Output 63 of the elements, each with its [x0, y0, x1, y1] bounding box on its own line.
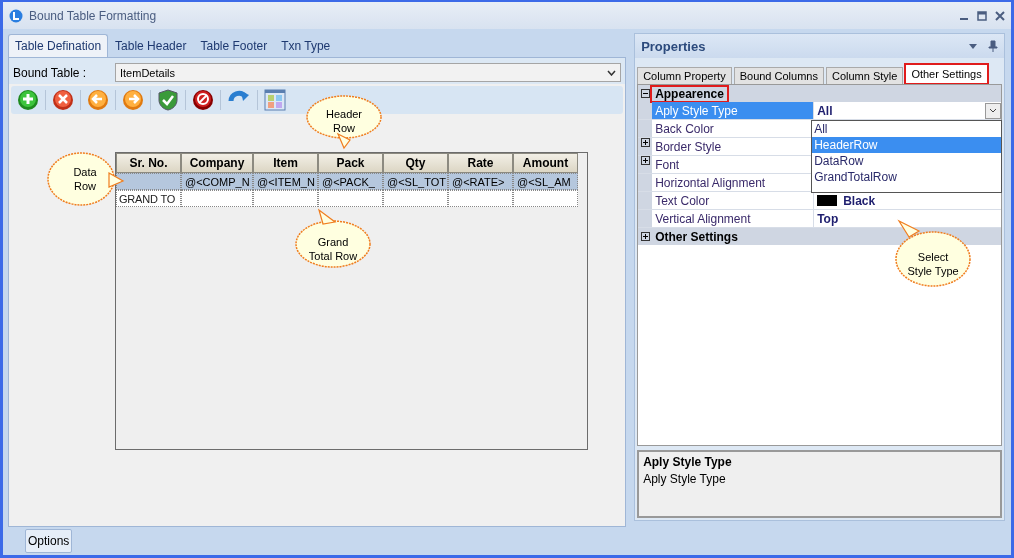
shield-check-icon[interactable]: [157, 89, 179, 111]
table-cell: @<SL_AM: [513, 173, 578, 190]
field-label: Bound Table :: [13, 65, 88, 80]
dropdown-icon[interactable]: [968, 42, 978, 50]
add-icon[interactable]: [17, 89, 39, 111]
pin-icon[interactable]: [988, 40, 998, 52]
chevron-down-icon: [989, 108, 997, 113]
table-cell: [383, 190, 448, 207]
property-name[interactable]: Text Color: [652, 192, 815, 209]
layout-grid-icon[interactable]: [264, 89, 286, 111]
chevron-down-icon: [607, 69, 617, 76]
bound-table-select[interactable]: ItemDetails: [115, 63, 622, 82]
expand-icon[interactable]: [640, 156, 650, 165]
expand-icon[interactable]: [640, 232, 650, 241]
table-cell: [116, 173, 181, 190]
tab[interactable]: Bound Columns: [733, 67, 824, 84]
description-text: Aply Style Type: [643, 472, 727, 486]
table-cell: [253, 190, 318, 207]
tab[interactable]: Column Property: [637, 67, 732, 84]
dropdown-button[interactable]: [985, 102, 1001, 119]
maximize-icon[interactable]: [977, 10, 987, 21]
tab[interactable]: Txn Type: [274, 34, 338, 57]
column-header: Item: [253, 153, 318, 173]
close-icon[interactable]: [995, 10, 1005, 21]
tab[interactable]: Other Settings: [905, 64, 988, 84]
color-swatch: [817, 195, 838, 206]
panel-title: Properties: [641, 38, 706, 54]
back-icon[interactable]: [87, 89, 109, 111]
table-cell: @<COMP_N: [181, 173, 253, 190]
expand-icon[interactable]: [640, 138, 650, 147]
forward-icon[interactable]: [122, 89, 144, 111]
property-value: All: [817, 103, 833, 118]
column-header: Company: [181, 153, 253, 173]
category-label: Other Settings: [654, 229, 739, 244]
table-cell: @<SL_TOT: [383, 173, 448, 190]
collapse-icon[interactable]: [640, 89, 650, 98]
table-cell: [448, 190, 513, 207]
table-cell: @<RATE>: [448, 173, 513, 190]
table-cell: @<ITEM_N: [253, 173, 318, 190]
app-icon: [9, 8, 23, 23]
stop-icon[interactable]: [192, 89, 214, 111]
description-title: Aply Style Type: [643, 455, 733, 469]
delete-icon[interactable]: [52, 89, 74, 111]
table-cell: [318, 190, 383, 207]
column-header: Sr. No.: [116, 153, 181, 173]
property-value: Top: [817, 211, 839, 226]
window-title: Bound Table Formatting: [29, 8, 157, 23]
table-cell: [181, 190, 253, 207]
table-cell: @<PACK_: [318, 173, 383, 190]
property-value: Black: [843, 193, 876, 208]
tab[interactable]: Table Footer: [193, 34, 275, 57]
property-name[interactable]: Vertical Alignment: [652, 210, 815, 227]
column-header: Qty: [383, 153, 448, 173]
tab[interactable]: Column Style: [825, 67, 904, 84]
column-header: Rate: [448, 153, 513, 173]
tab[interactable]: Table Defination: [8, 34, 109, 57]
tab[interactable]: Table Header: [108, 34, 194, 57]
column-header: Pack: [318, 153, 383, 173]
options-button[interactable]: Options: [25, 529, 73, 553]
column-header: Amount: [513, 153, 578, 173]
table-cell: GRAND TO: [116, 190, 181, 207]
category-label: Appearence: [652, 86, 727, 101]
table-cell: [513, 190, 578, 207]
